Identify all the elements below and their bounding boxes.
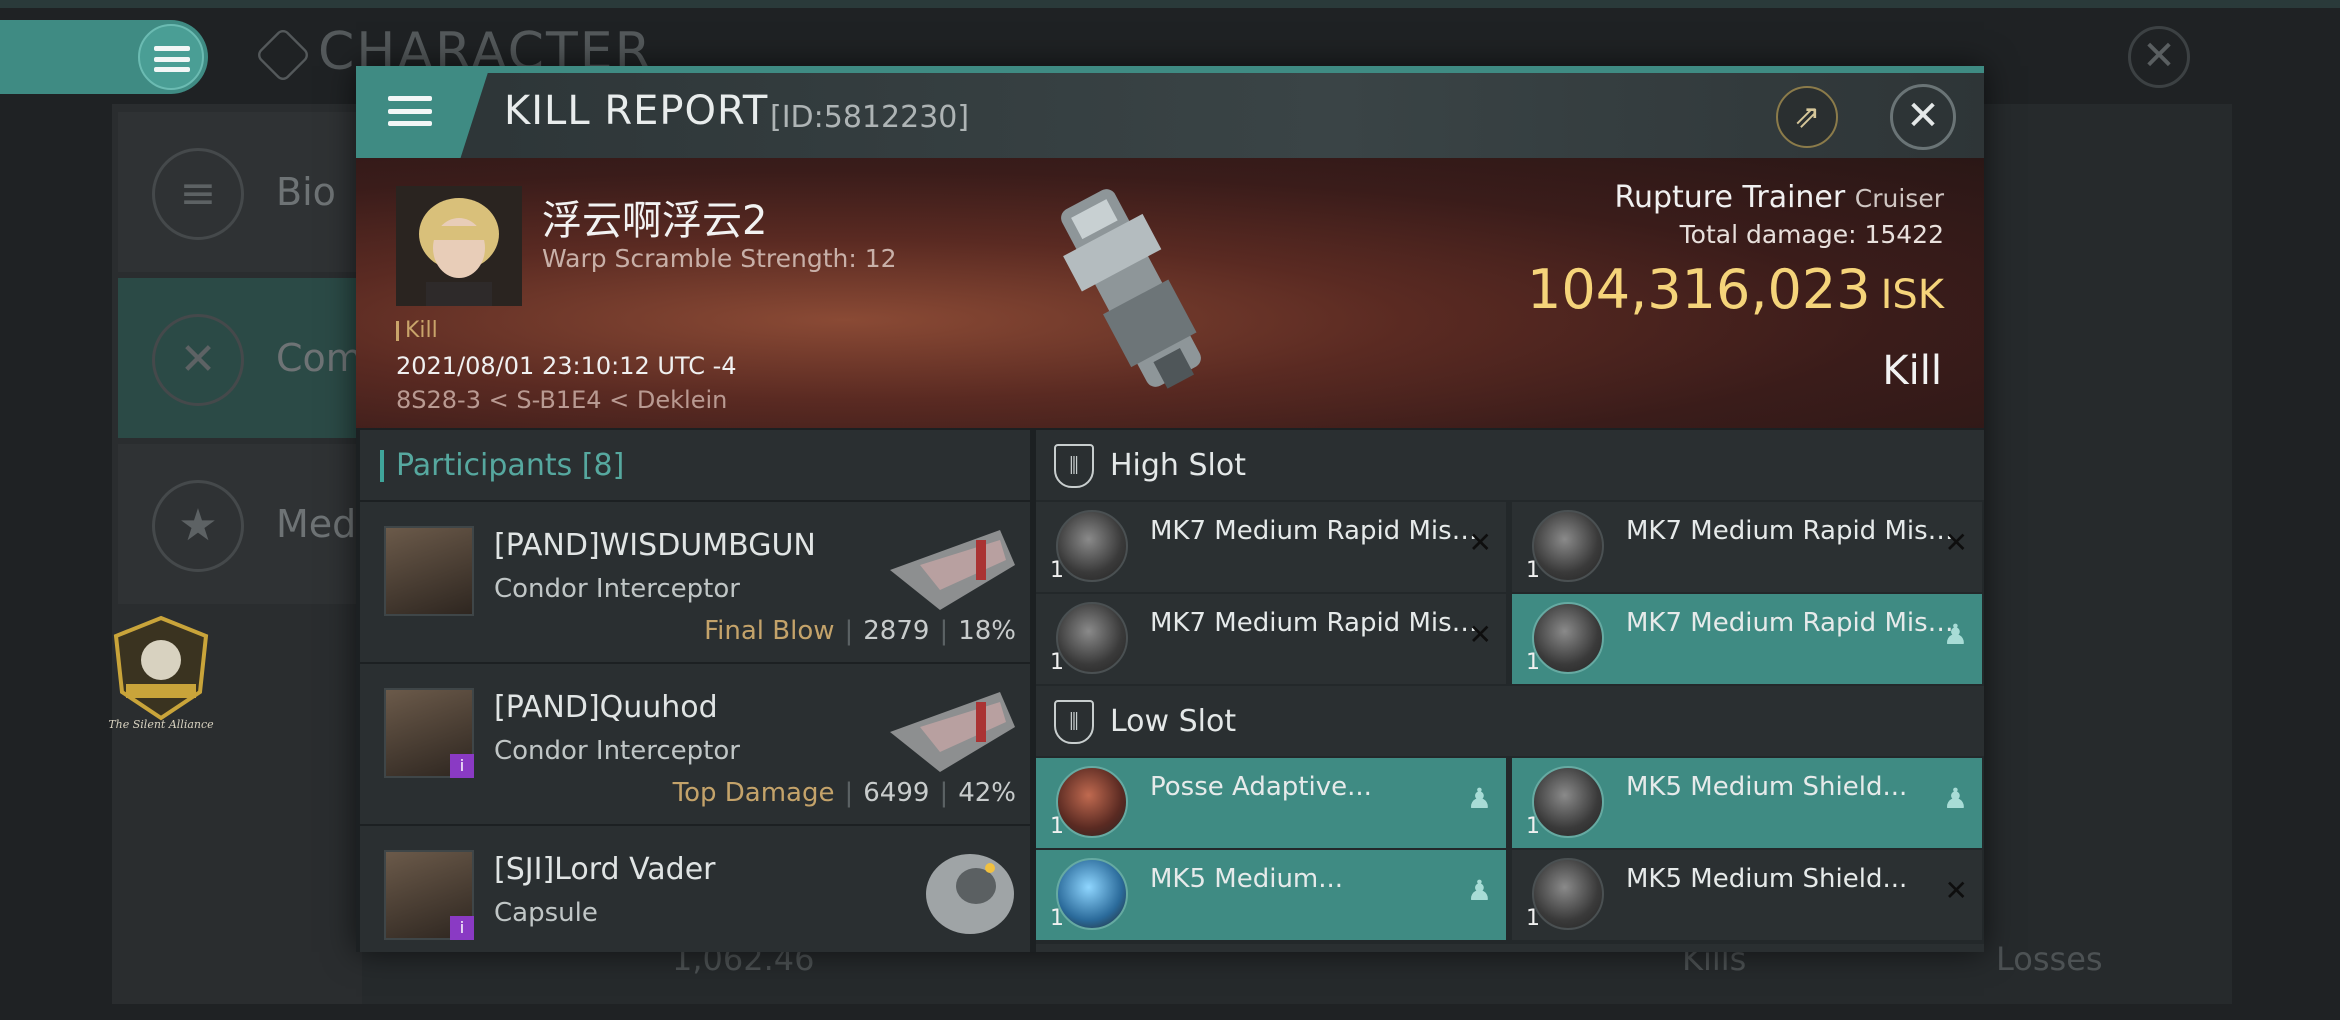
- ship-name: Rupture Trainer Cruiser: [1614, 180, 1944, 215]
- dialog-title: KILL REPORT: [504, 88, 769, 134]
- destroyed-icon: ✕: [1468, 526, 1492, 559]
- missile-launcher-icon: [1056, 510, 1128, 582]
- fitting-panel: ⫼ High Slot 1 MK7 Medium Rapid Missile..…: [1036, 430, 1984, 952]
- condor-ship-icon: [880, 510, 1020, 620]
- destroyed-icon: ✕: [1944, 526, 1968, 559]
- close-icon: ✕: [1906, 93, 1940, 139]
- mid-slot-header-partial: [1036, 944, 1984, 952]
- top-strip: [0, 0, 2340, 8]
- info-badge-icon: i: [450, 754, 474, 778]
- capsule-icon: [880, 834, 1020, 944]
- condor-ship-icon: [880, 672, 1020, 782]
- dialog-header: KILL REPORT [ID:5812230] ⇗ ✕: [356, 66, 1984, 158]
- info-badge-icon: i: [450, 916, 474, 940]
- participant-avatar: [384, 526, 474, 616]
- kill-location: 8S28-3 < S-B1E4 < Deklein: [396, 386, 728, 414]
- dropped-person-icon: ♟: [1466, 874, 1492, 907]
- ship-image: [1046, 168, 1216, 408]
- energy-module-icon: [1056, 858, 1128, 930]
- module-slot[interactable]: 1 MK5 Medium... ♟: [1036, 850, 1506, 940]
- module-slot[interactable]: 1 MK5 Medium Shield... ♟: [1512, 758, 1982, 848]
- participant-avatar: i: [384, 850, 474, 940]
- participant-avatar: i: [384, 688, 474, 778]
- tab-bio[interactable]: ≡ Bio: [118, 112, 378, 272]
- armor-module-icon: [1056, 766, 1128, 838]
- kill-id: [ID:5812230]: [770, 100, 970, 135]
- destroyed-icon: ✕: [1944, 874, 1968, 907]
- svg-text:The Silent Alliance: The Silent Alliance: [108, 718, 214, 731]
- kill-tag: Kill: [396, 318, 438, 343]
- isk-value: 104,316,023 ISK: [1527, 258, 1944, 321]
- low-slot-header: ⫼ Low Slot: [1036, 686, 1984, 756]
- destroyed-icon: ✕: [1468, 618, 1492, 651]
- kill-banner: 浮云啊浮云2 Warp Scramble Strength: 12 Kill 2…: [356, 158, 1984, 428]
- hamburger-icon: [388, 96, 432, 126]
- module-slot[interactable]: 1 MK7 Medium Rapid Missile... ♟: [1512, 594, 1982, 684]
- module-slot[interactable]: 1 Posse Adaptive... ♟: [1036, 758, 1506, 848]
- module-slot[interactable]: 1 MK7 Medium Rapid Missile... ✕: [1036, 594, 1506, 684]
- star-icon: ★: [152, 480, 244, 572]
- kill-report-dialog: KILL REPORT [ID:5812230] ⇗ ✕ 浮云啊浮云2 Warp…: [356, 66, 1984, 952]
- bottom-losses: Losses: [1996, 940, 2103, 978]
- missile-launcher-icon: [1532, 602, 1604, 674]
- page-close-button[interactable]: ✕: [2128, 26, 2190, 88]
- total-damage: Total damage: 15422: [1679, 220, 1944, 249]
- participant-row[interactable]: i [PAND]Quuhod Condor Interceptor Top Da…: [360, 662, 1030, 824]
- character-icon: [254, 26, 312, 84]
- tab-combat[interactable]: ✕ Com: [118, 278, 378, 438]
- dialog-menu-button[interactable]: [356, 66, 490, 158]
- shield-module-icon: [1532, 858, 1604, 930]
- swords-icon: ✕: [152, 314, 244, 406]
- module-slot[interactable]: 1 MK7 Medium Rapid Missile... ✕: [1512, 502, 1982, 592]
- kill-result: Kill: [1882, 348, 1942, 394]
- victim-name: 浮云啊浮云2: [542, 198, 768, 244]
- alliance-logo: The Silent Alliance: [106, 614, 216, 734]
- list-icon: ≡: [152, 148, 244, 240]
- missile-launcher-icon: [1532, 510, 1604, 582]
- share-button[interactable]: ⇗: [1776, 86, 1838, 148]
- participant-row[interactable]: i [SJI]Lord Vader Capsule: [360, 824, 1030, 952]
- kill-datetime: 2021/08/01 23:10:12 UTC -4: [396, 352, 737, 380]
- participants-header: Participants [8]: [360, 430, 1030, 500]
- victim-portrait[interactable]: [396, 186, 522, 306]
- dropped-person-icon: ♟: [1466, 782, 1492, 815]
- tab-medals[interactable]: ★ Meda: [118, 444, 380, 604]
- module-slot[interactable]: 1 MK7 Medium Rapid Missile... ✕: [1036, 502, 1506, 592]
- missile-launcher-icon: [1056, 602, 1128, 674]
- main-menu-button[interactable]: [0, 20, 208, 94]
- module-slot[interactable]: 1 MK5 Medium Shield... ✕: [1512, 850, 1982, 940]
- high-slot-header: ⫼ High Slot: [1036, 430, 1984, 500]
- warp-scramble: Warp Scramble Strength: 12: [542, 244, 897, 273]
- close-button[interactable]: ✕: [1890, 84, 1956, 150]
- shield-module-icon: [1532, 766, 1604, 838]
- dropped-person-icon: ♟: [1942, 618, 1968, 651]
- participants-panel: Participants [8] [PAND]WISDUMBGUN Condor…: [360, 430, 1030, 952]
- low-slot-icon: ⫼: [1054, 700, 1094, 744]
- participant-row[interactable]: [PAND]WISDUMBGUN Condor Interceptor Fina…: [360, 500, 1030, 662]
- share-icon: ⇗: [1793, 97, 1821, 135]
- dropped-person-icon: ♟: [1942, 782, 1968, 815]
- high-slot-icon: ⫼: [1054, 444, 1094, 488]
